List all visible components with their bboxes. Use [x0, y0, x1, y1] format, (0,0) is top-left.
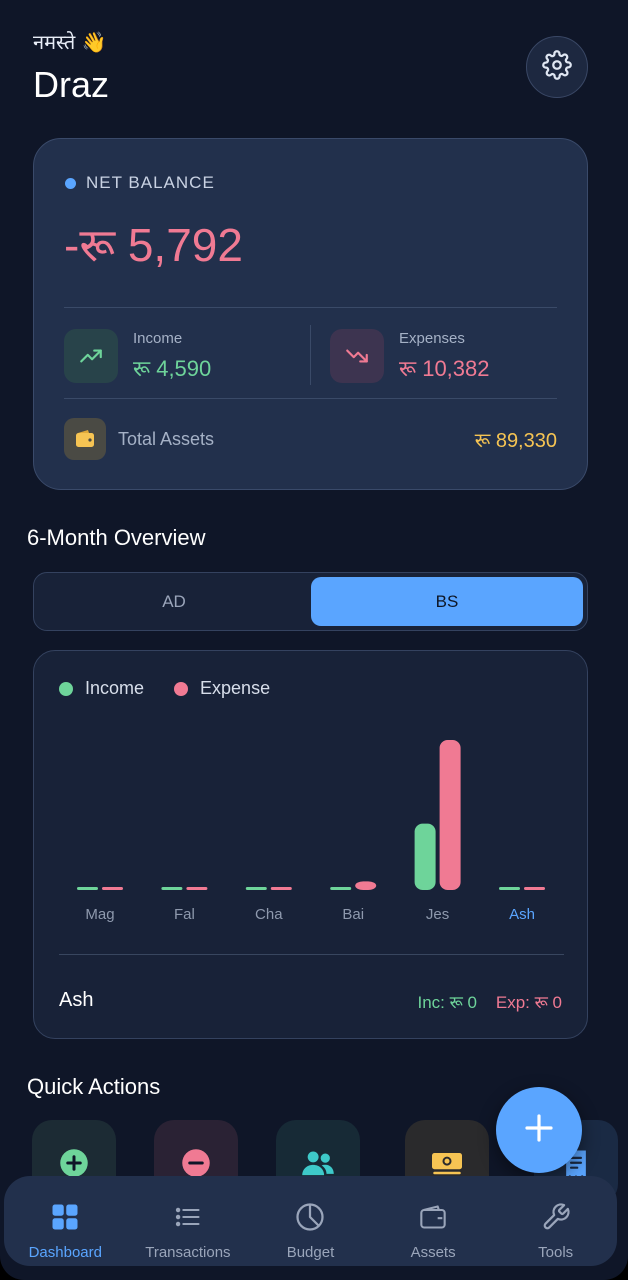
- plus-icon: [523, 1112, 555, 1149]
- x-tick-label[interactable]: Bai: [342, 906, 364, 923]
- expenses-label: Expenses: [399, 329, 465, 347]
- calendar-toggle: AD BS: [33, 572, 588, 631]
- nav-budget[interactable]: Budget: [249, 1176, 372, 1266]
- expenses-stat[interactable]: Expenses रू 10,382: [330, 329, 490, 383]
- x-tick-label[interactable]: Ash: [509, 906, 535, 923]
- income-value: रू 4,590: [133, 355, 212, 381]
- selected-month: Ash: [59, 989, 94, 1011]
- card-divider: [64, 398, 557, 399]
- nav-dashboard[interactable]: Dashboard: [4, 1176, 127, 1266]
- bottom-navigation: Dashboard Transactions Budget Assets Too…: [4, 1176, 617, 1266]
- total-assets-row[interactable]: Total Assets रू 89,330: [64, 417, 557, 461]
- overview-title: 6-Month Overview: [27, 525, 206, 550]
- bar-income-fal[interactable]: [161, 887, 183, 890]
- bar-expense-ash[interactable]: [524, 887, 545, 890]
- nav-tools-label: Tools: [538, 1244, 574, 1261]
- bar-income-bai[interactable]: [330, 887, 352, 890]
- user-name: Draz: [33, 64, 110, 105]
- pie-chart-icon: [295, 1200, 325, 1234]
- bar-expense-cha[interactable]: [270, 887, 292, 890]
- total-assets-label: Total Assets: [118, 428, 215, 449]
- trending-down-icon: [330, 329, 384, 383]
- bar-income-jes[interactable]: [414, 823, 436, 890]
- quick-actions-title: Quick Actions: [27, 1074, 161, 1099]
- status-dot: [65, 177, 76, 189]
- bar-expense-bai[interactable]: [355, 881, 377, 890]
- nav-transactions-label: Transactions: [145, 1244, 231, 1261]
- card-divider: [64, 307, 557, 308]
- nav-budget-label: Budget: [286, 1244, 335, 1261]
- bar-income-cha[interactable]: [245, 887, 267, 890]
- stat-separator: [310, 325, 311, 385]
- chart-divider: [59, 954, 564, 955]
- income-label: Income: [133, 329, 183, 347]
- wallet-icon: [418, 1200, 448, 1234]
- selected-expense: Exp: रू 0: [495, 993, 562, 1012]
- net-balance-value: -रू 5,792: [64, 219, 243, 271]
- expenses-value: रू 10,382: [399, 355, 490, 381]
- settings-button[interactable]: [526, 36, 588, 98]
- bar-chart[interactable]: Mag Fal Cha Bai Jes Ash: [34, 651, 589, 951]
- nav-assets[interactable]: Assets: [372, 1176, 495, 1266]
- nav-dashboard-label: Dashboard: [28, 1244, 102, 1261]
- bar-income-ash[interactable]: [499, 887, 520, 890]
- selected-income: Inc: रू 0: [417, 993, 477, 1012]
- overview-chart-card: Income Expense Mag Fal Cha Bai Jes Ash Ash In…: [33, 650, 588, 1039]
- x-tick-label[interactable]: Cha: [255, 906, 283, 923]
- bar-expense-jes[interactable]: [439, 740, 461, 890]
- net-balance-label: NET BALANCE: [65, 173, 215, 193]
- net-balance-label-text: NET BALANCE: [86, 173, 215, 192]
- bar-income-mag[interactable]: [77, 887, 98, 890]
- x-tick-label[interactable]: Mag: [85, 906, 114, 923]
- toggle-ad[interactable]: AD: [38, 577, 310, 626]
- grid-icon: [50, 1200, 80, 1234]
- wallet-icon: [64, 418, 106, 460]
- x-tick-label[interactable]: Fal: [174, 906, 195, 923]
- x-tick-label[interactable]: Jes: [426, 906, 449, 923]
- bar-expense-fal[interactable]: [186, 887, 208, 890]
- net-balance-card[interactable]: NET BALANCE -रू 5,792 Income रू 4,590 Ex…: [33, 138, 588, 490]
- nav-tools[interactable]: Tools: [494, 1176, 617, 1266]
- add-transaction-fab[interactable]: [496, 1087, 582, 1173]
- list-icon: [173, 1200, 203, 1234]
- nav-transactions[interactable]: Transactions: [127, 1176, 250, 1266]
- greeting-text: नमस्ते 👋: [33, 30, 107, 54]
- nav-assets-label: Assets: [410, 1244, 456, 1261]
- toggle-bs[interactable]: BS: [311, 577, 583, 626]
- total-assets-value: रू 89,330: [474, 429, 557, 452]
- bar-expense-mag[interactable]: [102, 887, 123, 890]
- trending-up-icon: [64, 329, 118, 383]
- dashboard-screen: नमस्ते 👋 Draz NET BALANCE -रू 5,792 Inco…: [0, 0, 628, 1280]
- income-stat[interactable]: Income रू 4,590: [64, 329, 211, 383]
- wrench-icon: [541, 1200, 571, 1234]
- gear-icon: [542, 49, 572, 85]
